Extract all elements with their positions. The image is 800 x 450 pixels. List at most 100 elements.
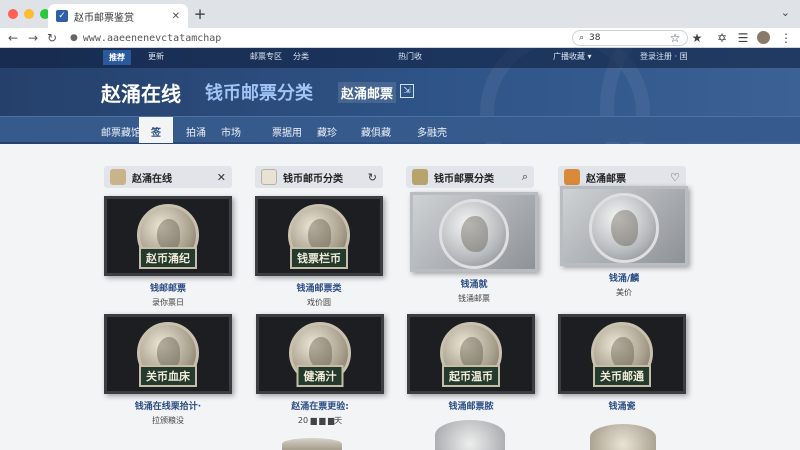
panel-thumbnail-icon bbox=[261, 169, 277, 185]
stamp-card[interactable]: 钱票栏币 钱涌邮票类 戏价圆 bbox=[255, 196, 383, 308]
starred-icon[interactable]: ★ bbox=[690, 30, 704, 46]
url-text: www.aaeenenevctatamchap bbox=[82, 32, 222, 44]
panel-title: 赵涌邮票 bbox=[586, 173, 626, 185]
card-title[interactable]: 赵涌在票更验: bbox=[256, 399, 384, 412]
bookmark-star-icon[interactable]: ☆ bbox=[668, 30, 682, 46]
stamp-card[interactable]: 起币温币 钱涌邮票脓 bbox=[407, 314, 535, 412]
reload-icon[interactable]: ↻ bbox=[45, 30, 59, 46]
card-title[interactable]: 钱涌邮票类 bbox=[255, 281, 383, 294]
topnav-item-favorites[interactable]: 广播收藏 ▾ bbox=[553, 51, 592, 62]
stamp-label: 健涌汁 bbox=[296, 365, 344, 387]
lock-icon: ● bbox=[70, 33, 78, 43]
coin-portrait bbox=[439, 199, 509, 269]
panel-header-2: 钱币邮币分类 ↻ bbox=[255, 166, 383, 188]
panel-header-4: 赵涌邮票 ♡ bbox=[558, 166, 686, 188]
cat-item-notes[interactable]: 票据用 bbox=[272, 124, 302, 139]
panel-header-1: 赵涌在线 ✕ bbox=[104, 166, 232, 188]
extensions-icon[interactable]: ✡ bbox=[715, 30, 729, 46]
tab-title: 赵币邮票鉴赏 bbox=[74, 12, 134, 24]
site-header: 推荐 更新 邮票专区 分类 热门收 广播收藏 ▾ 登录注册 · 国 赵涌在线 钱… bbox=[0, 48, 800, 144]
close-icon[interactable]: ✕ bbox=[217, 171, 226, 184]
profile-avatar[interactable] bbox=[757, 31, 770, 44]
stamp-card[interactable]: 钱涌/麟 美价 bbox=[560, 186, 688, 298]
stamp-label: 关币邮通 bbox=[593, 365, 651, 387]
stamp-image[interactable]: 关币血床 bbox=[104, 314, 232, 394]
topnav-item-stamp-zone[interactable]: 邮票专区 bbox=[250, 51, 282, 62]
card-subtitle: 录你票日 bbox=[152, 298, 184, 307]
topnav-item-login[interactable]: 登录注册 · 国 bbox=[640, 51, 688, 62]
panel-thumbnail-icon bbox=[110, 169, 126, 185]
external-link-icon[interactable]: ⇲ bbox=[400, 84, 414, 98]
stamp-card[interactable]: 钱涌就 钱涌邮票 bbox=[410, 192, 538, 304]
minimize-window-button[interactable] bbox=[24, 9, 34, 19]
site-favicon-icon: ✓ bbox=[56, 10, 68, 22]
tab-list-chevron-icon[interactable]: ⌄ bbox=[781, 6, 790, 19]
panel-thumbnail-icon bbox=[412, 169, 428, 185]
stamp-label: 起币温币 bbox=[442, 365, 500, 387]
browser-tab-bar: ✓ 赵币邮票鉴赏 ✕ + ⌄ bbox=[0, 0, 800, 28]
coin-portrait bbox=[589, 193, 659, 263]
search-icon: ⌕ bbox=[579, 33, 585, 43]
heart-icon[interactable]: ♡ bbox=[670, 171, 680, 184]
card-subtitle: 拉颁粮没 bbox=[152, 416, 184, 425]
stamp-image[interactable]: 赵币涌纪 bbox=[104, 196, 232, 276]
card-subtitle: 美价 bbox=[616, 288, 632, 297]
cat-item-market[interactable]: 市场 bbox=[221, 124, 241, 139]
card-title[interactable]: 钱邮邮票 bbox=[104, 281, 232, 294]
card-title[interactable]: 钱涌/麟 bbox=[560, 271, 688, 284]
stamp-image[interactable] bbox=[410, 192, 538, 272]
topnav-item-hot[interactable]: 热门收 bbox=[398, 51, 422, 62]
card-title[interactable]: 钱涌在线栗拾计· bbox=[104, 399, 232, 412]
card-title[interactable]: 钱涌瓷 bbox=[558, 399, 686, 412]
stamp-label: 赵币涌纪 bbox=[139, 247, 197, 269]
card-subtitle: 20 ▆ ▆ ▆天 bbox=[297, 416, 343, 425]
stamp-card[interactable]: 关币血床 钱涌在线栗拾计· 拉颁粮没 bbox=[104, 314, 232, 426]
browser-tab[interactable]: ✓ 赵币邮票鉴赏 ✕ bbox=[48, 4, 188, 28]
next-row-coin-peek bbox=[435, 420, 505, 450]
site-subtitle: 钱币邮票分类 bbox=[205, 83, 313, 104]
top-navigation: 推荐 更新 邮票专区 分类 热门收 广播收藏 ▾ 登录注册 · 国 bbox=[0, 48, 800, 68]
category-navigation: 邮票藏馆 签 拍涌 市场 票据用 藏珍 藏俱藏 多融壳 bbox=[0, 116, 800, 143]
address-bar[interactable]: ● www.aaeenenevctatamchap bbox=[64, 29, 504, 47]
stamp-image[interactable]: 关币邮通 bbox=[558, 314, 686, 394]
panel-header-3: 钱币邮票分类 ⌕ bbox=[406, 166, 534, 188]
search-icon[interactable]: ⌕ bbox=[522, 170, 528, 184]
card-subtitle: 钱涌邮票 bbox=[458, 294, 490, 303]
stamp-image[interactable]: 钱票栏币 bbox=[255, 196, 383, 276]
cat-item-collection[interactable]: 藏俱藏 bbox=[361, 124, 391, 139]
topnav-item-category[interactable]: 分类 bbox=[293, 51, 309, 62]
panel-title: 赵涌在线 bbox=[132, 173, 172, 185]
refresh-icon[interactable]: ↻ bbox=[368, 171, 377, 184]
cat-item-stamp-hall[interactable]: 邮票藏馆 bbox=[101, 124, 141, 139]
site-brand[interactable]: 赵涌在线 bbox=[101, 78, 181, 107]
card-subtitle: 戏价圆 bbox=[307, 298, 331, 307]
browser-toolbar: ← → ↻ ● www.aaeenenevctatamchap ⌕ 38 ☆ ★… bbox=[0, 28, 800, 48]
topnav-item-recommend[interactable]: 推荐 bbox=[103, 50, 131, 65]
topnav-item-update[interactable]: 更新 bbox=[148, 51, 164, 62]
cat-item-auction[interactable]: 拍涌 bbox=[186, 124, 206, 139]
panel-title: 钱币邮币分类 bbox=[283, 173, 343, 185]
cat-item-treasure[interactable]: 藏珍 bbox=[317, 124, 337, 139]
close-window-button[interactable] bbox=[8, 9, 18, 19]
next-row-stamp-peek bbox=[282, 438, 342, 450]
panel-thumbnail-icon bbox=[564, 169, 580, 185]
tab-close-icon[interactable]: ✕ bbox=[172, 11, 180, 22]
browser-menu-icon[interactable]: ⋮ bbox=[779, 30, 793, 46]
stamp-card[interactable]: 赵币涌纪 钱邮邮票 录你票日 bbox=[104, 196, 232, 308]
stamp-label: 钱票栏币 bbox=[290, 247, 348, 269]
reading-list-icon[interactable]: ☰ bbox=[736, 30, 750, 46]
cat-item-sign[interactable]: 签 bbox=[139, 117, 173, 143]
brand-tag: 赵涌邮票 bbox=[338, 82, 397, 103]
stamp-card[interactable]: 关币邮通 钱涌瓷 bbox=[558, 314, 686, 412]
forward-arrow-icon[interactable]: → bbox=[26, 30, 40, 46]
card-title[interactable]: 钱涌就 bbox=[410, 277, 538, 290]
card-title[interactable]: 钱涌邮票脓 bbox=[407, 399, 535, 412]
stamp-image[interactable]: 起币温币 bbox=[407, 314, 535, 394]
stamp-image[interactable]: 健涌汁 bbox=[256, 314, 384, 394]
cat-item-more[interactable]: 多融壳 bbox=[417, 124, 447, 139]
back-arrow-icon[interactable]: ← bbox=[6, 30, 20, 46]
next-row-coin-peek bbox=[590, 424, 656, 450]
stamp-image[interactable] bbox=[560, 186, 688, 266]
new-tab-button[interactable]: + bbox=[192, 5, 208, 23]
stamp-card[interactable]: 健涌汁 赵涌在票更验: 20 ▆ ▆ ▆天 bbox=[256, 314, 384, 426]
